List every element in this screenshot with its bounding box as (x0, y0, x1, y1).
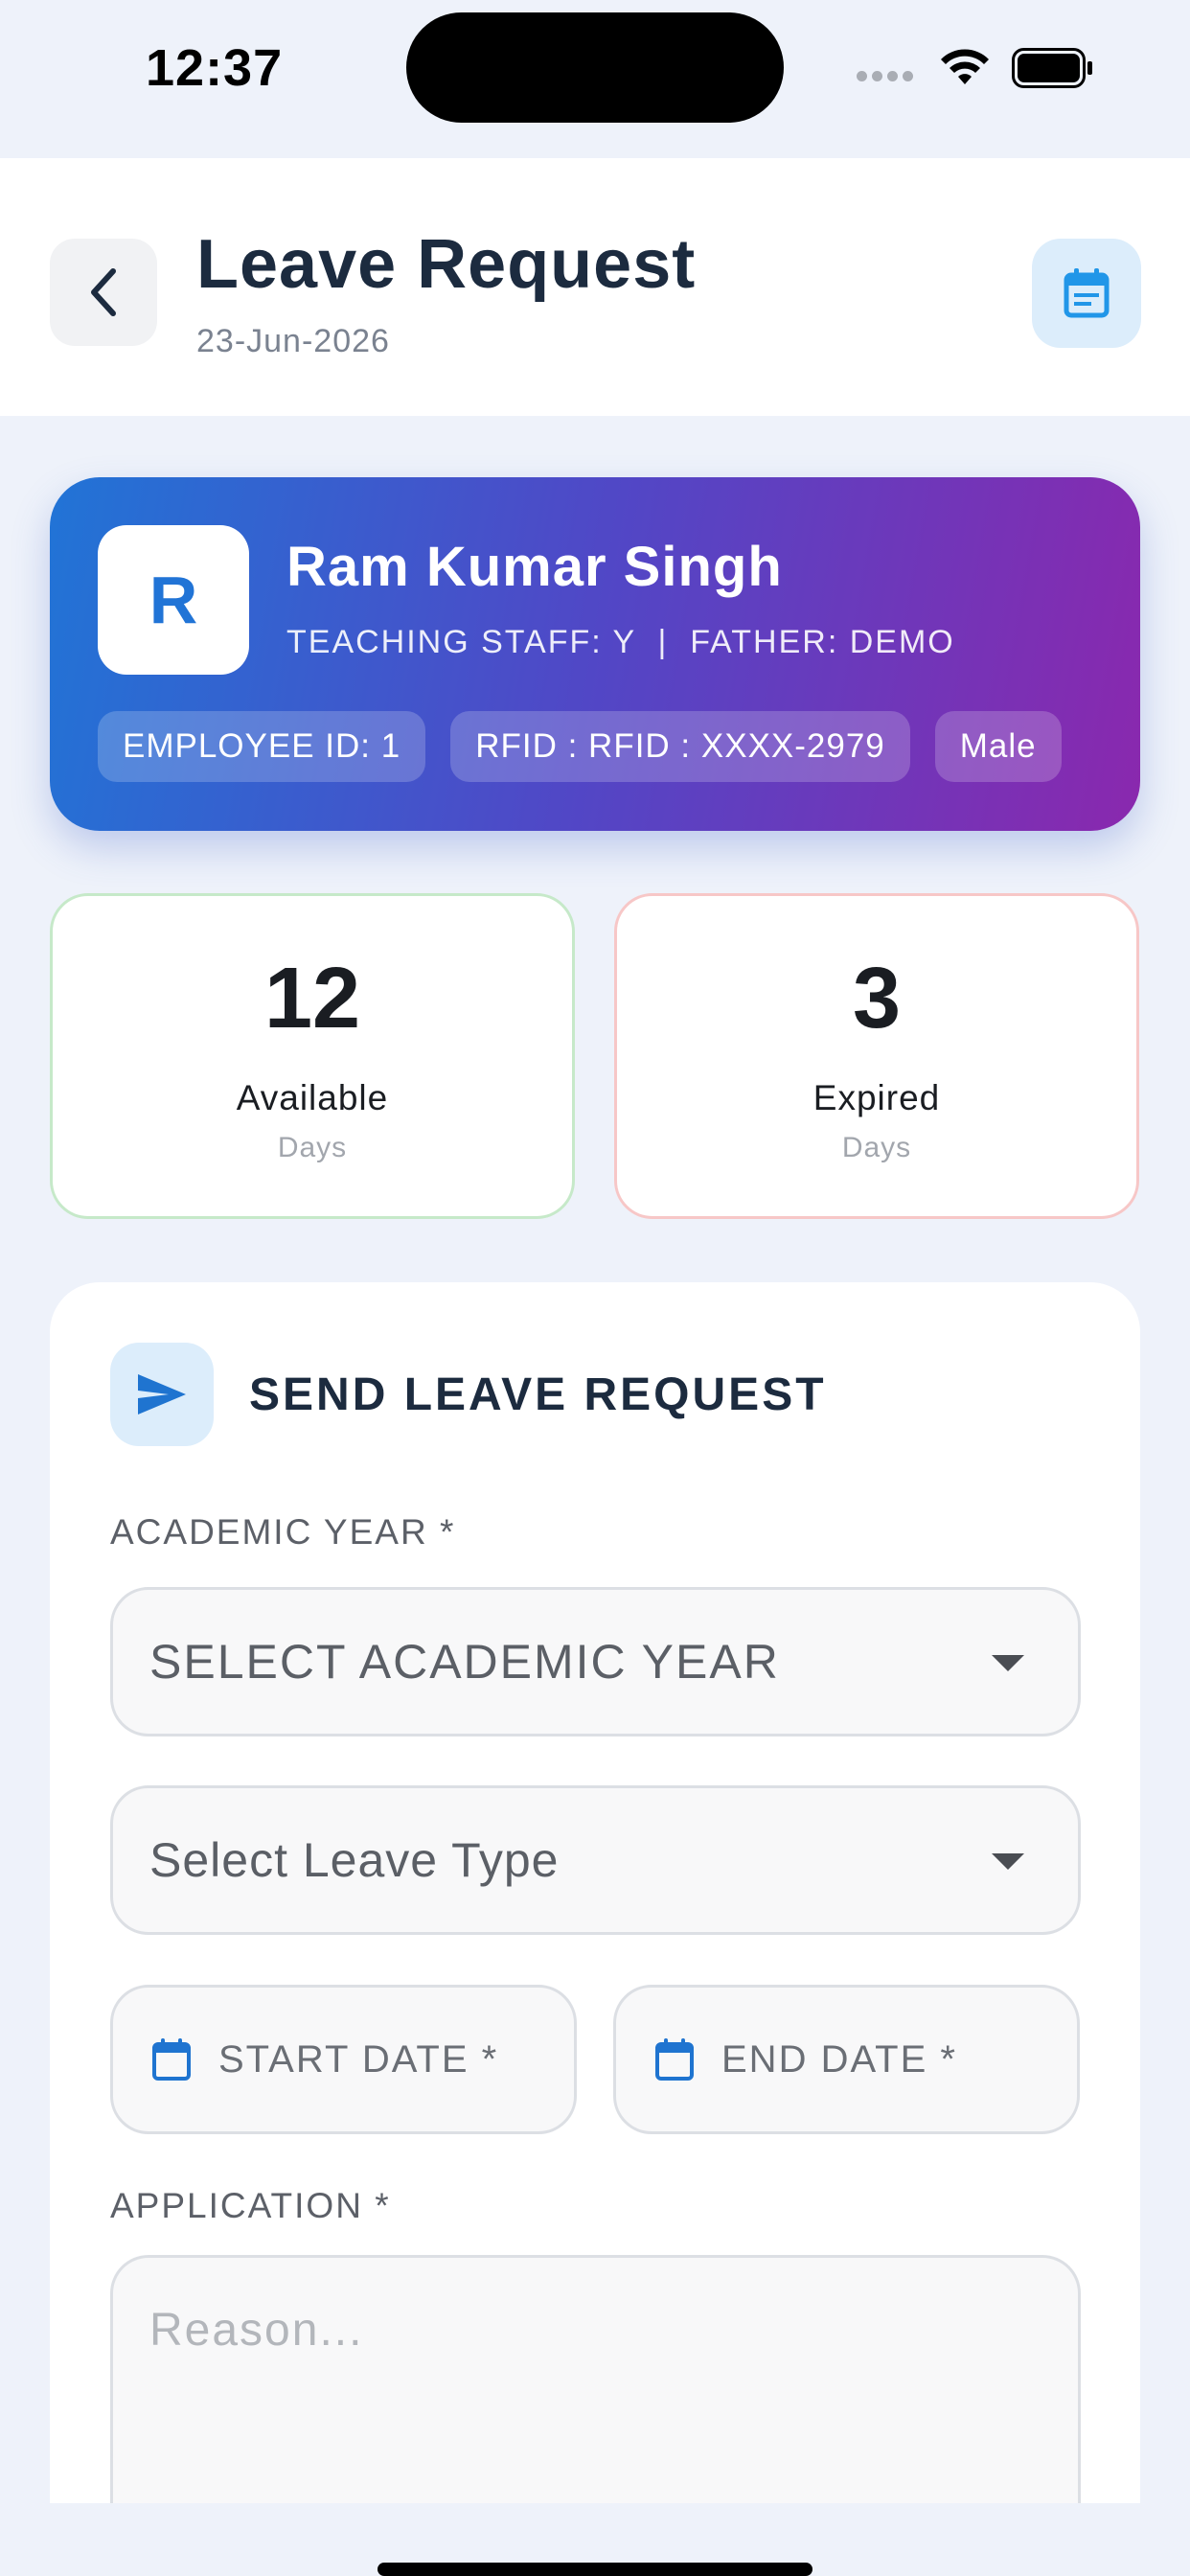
leave-type-value: Select Leave Type (149, 1833, 560, 1887)
form-title: SEND LEAVE REQUEST (249, 1369, 827, 1420)
status-time: 12:37 (146, 39, 284, 97)
leave-request-form: SEND LEAVE REQUEST ACADEMIC YEAR * SELEC… (50, 1282, 1140, 2576)
send-icon (138, 1374, 186, 1414)
page-title: Leave Request (196, 226, 697, 303)
academic-year-select[interactable]: SELECT ACADEMIC YEAR (110, 1587, 1081, 1736)
calendar-icon (152, 2038, 191, 2081)
application-label: APPLICATION * (110, 2186, 391, 2225)
battery-icon (1012, 48, 1092, 88)
calendar-button[interactable] (1032, 239, 1141, 348)
available-days-value: 12 (263, 951, 361, 1046)
avatar: R (98, 525, 249, 675)
available-days-label: Available (236, 1078, 389, 1117)
application-placeholder: Reason... (149, 2305, 364, 2356)
academic-year-value: SELECT ACADEMIC YEAR (149, 1635, 780, 1689)
employee-subtitle: TEACHING STAFF: Y | FATHER: DEMO (286, 624, 955, 660)
signal-icon (857, 69, 918, 84)
app-header: Leave Request 23-Jun-2026 (0, 158, 1190, 416)
leave-type-select[interactable]: Select Leave Type (110, 1785, 1081, 1935)
calendar-icon (1064, 268, 1110, 318)
academic-year-label: ACADEMIC YEAR * (110, 1512, 456, 1552)
calendar-icon (655, 2038, 694, 2081)
dynamic-island (406, 12, 784, 123)
status-bar: 12:37 (0, 0, 1190, 158)
employee-name: Ram Kumar Singh (286, 536, 783, 598)
expired-days-card: 3 Expired Days (614, 893, 1139, 1219)
expired-days-label: Expired (812, 1078, 941, 1117)
expired-days-value: 3 (852, 951, 902, 1046)
form-icon-badge (110, 1343, 214, 1446)
back-button[interactable] (50, 239, 157, 346)
page-date: 23-Jun-2026 (196, 323, 390, 359)
dropdown-caret-icon (992, 1655, 1024, 1671)
dropdown-caret-icon (992, 1853, 1024, 1870)
wifi-icon (941, 49, 989, 84)
available-days-unit: Days (277, 1132, 348, 1163)
end-date-field[interactable]: END DATE * (613, 1985, 1080, 2134)
chevron-left-icon (91, 268, 116, 316)
employee-id-chip: EMPLOYEE ID: 1 (98, 711, 426, 782)
end-date-placeholder: END DATE * (721, 2037, 957, 2081)
start-date-placeholder: START DATE * (218, 2037, 499, 2081)
employee-chips: EMPLOYEE ID: 1 RFID : RFID : XXXX-2979 M… (98, 711, 1062, 782)
employee-profile-card: R Ram Kumar Singh TEACHING STAFF: Y | FA… (50, 477, 1140, 831)
rfid-chip: RFID : RFID : XXXX-2979 (450, 711, 910, 782)
home-indicator[interactable] (378, 2563, 812, 2576)
start-date-field[interactable]: START DATE * (110, 1985, 577, 2134)
expired-days-unit: Days (841, 1132, 912, 1163)
gender-chip: Male (934, 711, 1062, 782)
available-days-card: 12 Available Days (50, 893, 575, 1219)
